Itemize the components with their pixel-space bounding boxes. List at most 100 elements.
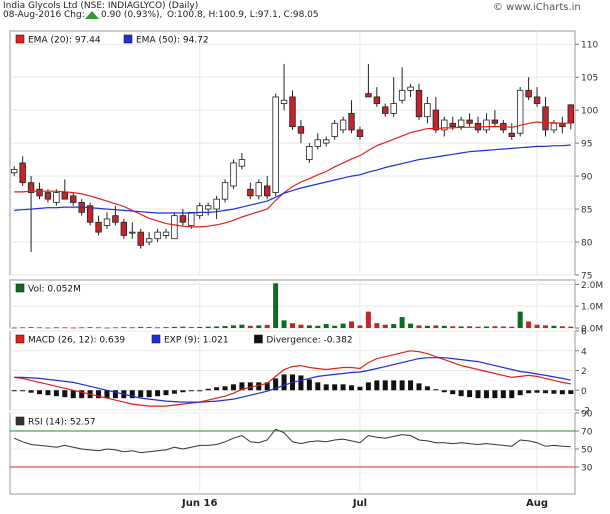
volume-bar <box>79 327 85 329</box>
candle-body <box>533 96 541 104</box>
candle-body <box>70 195 77 203</box>
divergence-bar <box>441 390 447 393</box>
divergence-bar <box>188 390 194 392</box>
chart-stage: India Glycols Ltd (NSE: INDIAGLYCO) (Dai… <box>0 0 610 514</box>
candle-body <box>466 119 473 124</box>
candle-body <box>424 103 431 118</box>
legend-swatch <box>15 283 25 293</box>
rsi-tick-label: 90 <box>581 410 593 420</box>
price-tick-label: 105 <box>581 74 598 84</box>
volume-bar <box>315 325 321 328</box>
x-tick-label: Aug <box>526 498 548 509</box>
candle-body <box>19 162 26 184</box>
divergence-bar <box>37 390 43 395</box>
legend-swatch <box>151 334 161 344</box>
volume-bar <box>517 311 523 328</box>
candle-body <box>247 188 254 197</box>
candle-body <box>323 139 330 144</box>
volume-bar <box>458 326 464 328</box>
candle-body <box>103 218 111 226</box>
candle-body <box>171 215 178 240</box>
price-tick-label: 95 <box>581 140 592 150</box>
price-tick-label: 85 <box>581 206 592 216</box>
divergence-bar <box>509 390 515 399</box>
x-tick-label: Jul <box>352 498 367 509</box>
volume-bar <box>256 325 262 328</box>
candle-body <box>120 221 128 236</box>
legend-label: EXP (9): 1.021 <box>164 336 229 346</box>
volume-bar <box>163 327 169 328</box>
volume-bar <box>357 325 363 328</box>
volume-bar <box>306 325 312 328</box>
divergence-bar <box>416 383 422 391</box>
divergence-bar <box>163 390 169 396</box>
candle-body <box>398 89 406 101</box>
candle-body <box>179 215 187 223</box>
volume-bar <box>205 326 211 328</box>
candle-body <box>289 96 296 128</box>
legend-label: EMA (50): 94.72 <box>136 36 209 46</box>
candle-body <box>272 96 279 193</box>
divergence-bar <box>45 390 51 396</box>
divergence-bar <box>298 375 304 391</box>
volume-bar <box>11 327 17 329</box>
volume-bar <box>121 327 127 328</box>
legend-swatch <box>15 334 25 344</box>
divergence-bar <box>559 390 565 395</box>
volume-bar <box>53 327 59 329</box>
x-tick-label: Jun 16 <box>181 498 217 509</box>
legend-swatch <box>123 34 133 44</box>
volume-bar <box>290 323 295 328</box>
volume-bar <box>424 325 430 328</box>
candle-body <box>53 192 60 203</box>
divergence-bar <box>315 382 321 391</box>
macd-tick-label: 2 <box>581 367 587 377</box>
volume-bar <box>146 327 152 328</box>
volume-bar <box>247 325 253 328</box>
candle-body <box>314 139 321 147</box>
legend-swatch <box>15 34 25 44</box>
divergence-bar <box>205 388 211 391</box>
volume-bar <box>534 324 540 328</box>
panel-frame-price <box>9 30 576 276</box>
volume-bar <box>349 321 355 328</box>
candle-body <box>44 192 52 200</box>
divergence-bar <box>391 380 397 391</box>
divergence-bar <box>138 390 144 398</box>
divergence-bar <box>197 390 203 392</box>
price-tick-label: 110 <box>581 41 598 51</box>
candle-body <box>255 182 262 197</box>
candle-body <box>221 182 229 200</box>
price-tick-label: 100 <box>581 107 598 117</box>
rsi-tick-label: 50 <box>581 446 593 456</box>
volume-tick-label: 1.0M <box>581 303 603 313</box>
candle-body <box>365 93 372 98</box>
stock-chart: 7580859095100105110EMA (20): 97.44 EMA (5… <box>9 30 603 509</box>
candle-body <box>382 106 389 114</box>
volume-bar <box>340 323 346 328</box>
divergence-bar <box>20 390 26 392</box>
volume-bar <box>475 326 481 328</box>
macd-tick-label: 6 <box>581 328 587 338</box>
divergence-bar <box>306 379 312 391</box>
volume-bar <box>399 317 405 328</box>
divergence-bar <box>551 390 557 394</box>
divergence-bar <box>424 386 430 391</box>
divergence-bar <box>526 390 532 394</box>
volume-bar <box>568 326 574 328</box>
legend-label: RSI (14): 52.57 <box>28 418 96 428</box>
divergence-bar <box>458 390 464 397</box>
volume-bar <box>28 327 34 328</box>
volume-bar <box>551 325 557 328</box>
candle-body <box>154 231 161 240</box>
volume-bar <box>171 326 177 328</box>
candle-body <box>567 104 574 124</box>
candle-body <box>213 198 220 210</box>
volume-bar <box>20 327 26 329</box>
legend-label: Vol: 0.052M <box>28 285 81 295</box>
divergence-bar <box>230 384 236 391</box>
candle-body <box>196 205 203 217</box>
volume-bar <box>559 326 565 328</box>
volume-bar <box>391 324 397 328</box>
candle-body <box>61 192 69 200</box>
